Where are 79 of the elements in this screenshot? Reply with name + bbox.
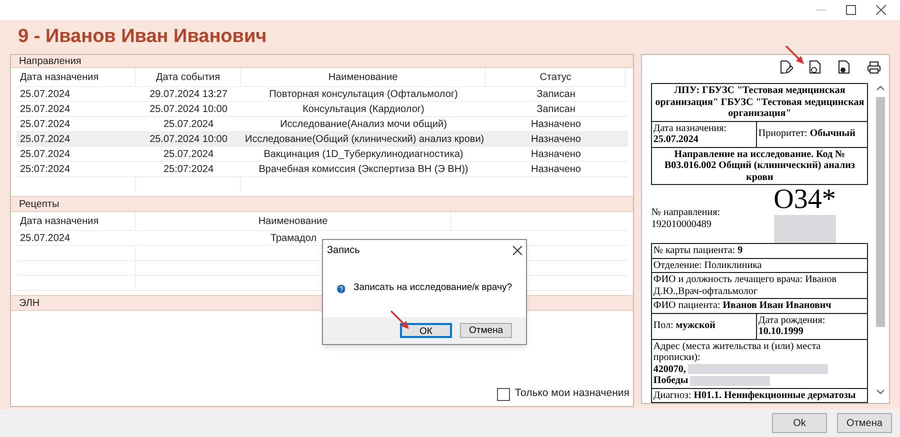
scroll-down-icon[interactable]: [876, 389, 885, 395]
scroll-thumb[interactable]: [876, 97, 885, 327]
document-text: Отделение: Поликлиника: [653, 260, 762, 270]
checkbox[interactable]: [496, 388, 510, 401]
document-text: Приоритет: Обычный: [758, 128, 856, 140]
document-refresh-icon[interactable]: [809, 60, 822, 74]
footer-button[interactable]: Ok: [772, 413, 827, 433]
table-cell-text: 25.07.2024: [19, 148, 72, 162]
document-text: ФИО пациента: Иванов Иван Иванович: [653, 300, 832, 311]
arrow-annotation-icon: [784, 44, 806, 66]
table-cell-text: Исследование(Анализ мочи общий): [279, 118, 448, 132]
document-delete-icon[interactable]: [838, 60, 851, 74]
section-title: Рецепты: [19, 198, 60, 212]
table-row[interactable]: 25.07.2024 25.07.2024 10:00 Консультация (Кардиолог) Записан: [16, 102, 628, 117]
print-icon[interactable]: [867, 60, 881, 74]
table-cell-text: Назначено: [530, 162, 582, 176]
document-text: Дата рождения: 10.10.1999: [758, 314, 826, 337]
scroll-up-icon[interactable]: [876, 85, 885, 91]
document-code: О34*: [774, 185, 836, 215]
section-title: ЭЛН: [19, 296, 40, 310]
table-cell-text: 29.07.2024 13:27: [148, 88, 228, 102]
document-heading: Направление на исследование. Код № B03.016.002 Общий (клинический) анализ крови: [664, 148, 856, 184]
table-cell-text: Консультация (Кардиолог): [302, 102, 426, 116]
table-row[interactable]: 25.07.2024 25.07.2024 Исследование(Анализ мочи общий) Назначено: [16, 117, 628, 132]
table-cell-text: Записан: [536, 88, 576, 102]
table-cell-text: 25.07.2024: [19, 118, 72, 132]
table-cell-text: 25.07.2024 10:00: [148, 132, 228, 146]
table-cell-text: 25.07.2024: [162, 118, 215, 132]
table-cell-text: 25:07:2024: [162, 162, 215, 176]
footer-button[interactable]: Отмена: [837, 413, 892, 433]
table-cell-text: 25.07.2024: [19, 88, 72, 102]
close-icon[interactable]: [513, 246, 522, 254]
table-cell-text: Повторная консультация (Офтальмолог): [268, 88, 459, 102]
blurred-block: [774, 215, 836, 243]
dialog-message: Записать на исследование/к врачу?: [353, 281, 512, 296]
column-header[interactable]: Дата назначения: [16, 212, 136, 230]
table-cell-text: Трамадол: [269, 232, 318, 246]
column-header[interactable]: Дата назначения: [16, 68, 136, 86]
table-row[interactable]: 25.07.2024 25.07.2024 Вакцинация (1D_Туберкулинодиагностика) Назначено: [16, 147, 628, 162]
document-text: Дата назначения: 25.07.2024: [653, 122, 727, 145]
table-cell-text: Записан: [536, 102, 576, 116]
document-text: Пол: мужской: [653, 320, 716, 332]
dialog-button[interactable]: Отмена: [460, 323, 512, 338]
column-header[interactable]: Наименование: [136, 212, 451, 230]
arrow-annotation-icon: [389, 309, 411, 331]
table-row[interactable]: 25.07.2024 25.07.2024 10:00 Исследование(Общий (клинический) анализ крови) Назначено: [16, 132, 628, 147]
table-cell-text: Назначено: [530, 118, 582, 132]
table-cell-text: Вакцинация (1D_Туберкулинодиагностика): [262, 148, 464, 162]
table-cell-text: Назначено: [530, 148, 582, 162]
document-text: ФИО и должность лечащего врача: Иванов Д.Ю.,Врач-офтальмолог: [653, 274, 836, 296]
table-row[interactable]: 25:07:2024 25:07:2024 Врачебная комиссия (Экспертиза ВН (Э ВН)) Назначено: [16, 162, 628, 177]
document-text: № карты пациента: 9: [653, 245, 743, 256]
section-title: Направления: [19, 54, 82, 68]
document-text: 420070,: [653, 364, 686, 375]
edit-document-icon[interactable]: [780, 60, 793, 74]
document-text: Победы: [653, 375, 688, 386]
dialog-button[interactable]: ОК: [400, 323, 452, 338]
column-header[interactable]: Наименование: [241, 68, 486, 86]
document-text: Адрес (места жительства и (или) места прописки):: [653, 340, 822, 364]
table-cell-text: 25.07.2024: [19, 132, 72, 146]
table-cell-text: Исследование(Общий (клинический) анализ крови): [244, 132, 486, 146]
table-cell-text: Врачебная комиссия (Экспертиза ВН (Э ВН)): [258, 162, 470, 176]
table-cell-text: 25.07.2024: [162, 148, 215, 162]
table-row[interactable]: 25.07.2024 29.07.2024 13:27 Повторная консультация (Офтальмолог) Записан: [16, 87, 628, 102]
document-text: Диагноз: H01.1. Неинфекционные дерматозы: [653, 390, 856, 400]
table-cell-text: 25:07:2024: [19, 162, 72, 176]
close-icon[interactable]: [876, 5, 886, 15]
checkbox-label: Только мои назначения: [514, 386, 630, 402]
window-title: 9 - Иванов Иван Иванович: [18, 24, 267, 49]
maximize-icon[interactable]: [846, 5, 856, 15]
column-header[interactable]: Статус: [486, 68, 626, 86]
column-header[interactable]: Дата события: [136, 68, 241, 86]
table-cell-text: 25.07.2024 10:00: [148, 102, 228, 116]
document-header: ЛПУ: ГБУЗС "Тестовая медицинская организация" ГБУЗС "Тестовая медицинская организация": [652, 84, 867, 122]
referral-number: № направления: 192010000489: [651, 207, 722, 230]
table-cell-text: 25.07.2024: [19, 232, 72, 246]
dialog-title: Запись: [327, 244, 360, 258]
table-cell-text: Назначено: [530, 132, 582, 146]
table-cell-text: 25.07.2024: [19, 102, 72, 116]
